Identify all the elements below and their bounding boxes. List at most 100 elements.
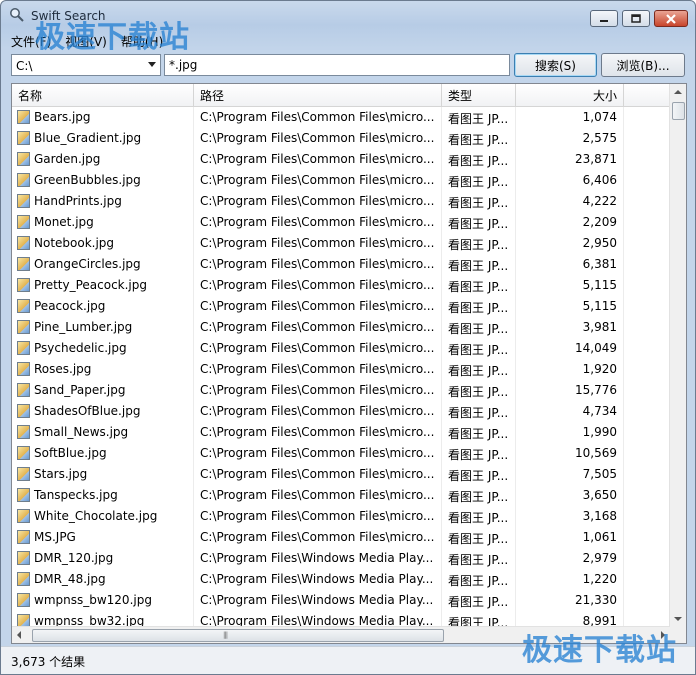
scroll-down-icon[interactable] <box>674 617 682 621</box>
file-name-cell: wmpnss_bw120.jpg <box>12 590 194 611</box>
table-row[interactable]: wmpnss_bw120.jpg C:\Program Files\Windows… <box>12 590 672 611</box>
file-path: C:\Program Files\Common Files\micro... <box>194 170 442 191</box>
jpg-file-icon <box>17 152 30 166</box>
table-row[interactable]: ShadesOfBlue.jpg C:\Program Files\Common … <box>12 401 672 422</box>
column-header-size[interactable]: 大小 <box>516 84 624 106</box>
table-row[interactable]: Sand_Paper.jpg C:\Program Files\Common Fi… <box>12 380 672 401</box>
scroll-left-icon[interactable] <box>17 631 21 639</box>
table-row[interactable]: GreenBubbles.jpg C:\Program Files\Common … <box>12 170 672 191</box>
jpg-file-icon <box>17 215 30 229</box>
file-size: 21,330 <box>516 590 624 611</box>
row-filler <box>624 548 672 569</box>
jpg-file-icon <box>17 341 30 355</box>
file-size: 4,222 <box>516 191 624 212</box>
table-row[interactable]: Pine_Lumber.jpg C:\Program Files\Common F… <box>12 317 672 338</box>
row-filler <box>624 128 672 149</box>
table-row[interactable]: DMR_48.jpg C:\Program Files\Windows Media… <box>12 569 672 590</box>
column-header-name[interactable]: 名称 <box>12 84 194 106</box>
column-header-filler <box>624 84 672 106</box>
table-row[interactable]: DMR_120.jpg C:\Program Files\Windows Medi… <box>12 548 672 569</box>
table-row[interactable]: Garden.jpg C:\Program Files\Common Files\… <box>12 149 672 170</box>
table-row[interactable]: Tanspecks.jpg C:\Program Files\Common Fil… <box>12 485 672 506</box>
vertical-scrollbar[interactable] <box>669 84 686 627</box>
jpg-file-icon <box>17 131 30 145</box>
table-row[interactable]: Bears.jpg C:\Program Files\Common Files\m… <box>12 107 672 128</box>
watermark-bottom: 极速下载站 <box>522 633 677 668</box>
file-path: C:\Program Files\Common Files\micro... <box>194 359 442 380</box>
file-name-cell: MS.JPG <box>12 527 194 548</box>
file-name: Stars.jpg <box>34 467 88 481</box>
file-name: SoftBlue.jpg <box>34 446 107 460</box>
file-name: Sand_Paper.jpg <box>34 383 126 397</box>
file-path: C:\Program Files\Common Files\micro... <box>194 128 442 149</box>
file-size: 1,061 <box>516 527 624 548</box>
table-row[interactable]: Small_News.jpg C:\Program Files\Common Fi… <box>12 422 672 443</box>
maximize-button[interactable] <box>622 10 650 27</box>
scroll-up-icon[interactable] <box>674 90 682 94</box>
row-filler <box>624 275 672 296</box>
file-type: 看图王 JP... <box>442 275 516 296</box>
table-row[interactable]: OrangeCircles.jpg C:\Program Files\Common… <box>12 254 672 275</box>
file-type: 看图王 JP... <box>442 317 516 338</box>
file-size: 1,920 <box>516 359 624 380</box>
table-row[interactable]: Pretty_Peacock.jpg C:\Program Files\Commo… <box>12 275 672 296</box>
jpg-file-icon <box>17 509 30 523</box>
jpg-file-icon <box>17 236 30 250</box>
column-header-type[interactable]: 类型 <box>442 84 516 106</box>
search-button[interactable]: 搜索(S) <box>514 53 597 77</box>
file-name: Notebook.jpg <box>34 236 115 250</box>
file-name-cell: DMR_48.jpg <box>12 569 194 590</box>
horizontal-scroll-thumb[interactable] <box>32 629 444 642</box>
file-size: 2,575 <box>516 128 624 149</box>
table-row[interactable]: MS.JPG C:\Program Files\Common Files\micr… <box>12 527 672 548</box>
file-name-cell: SoftBlue.jpg <box>12 443 194 464</box>
table-row[interactable]: Psychedelic.jpg C:\Program Files\Common F… <box>12 338 672 359</box>
browse-button[interactable]: 浏览(B)... <box>601 53 685 77</box>
table-row[interactable]: Blue_Gradient.jpg C:\Program Files\Common… <box>12 128 672 149</box>
file-type: 看图王 JP... <box>442 485 516 506</box>
file-size: 6,406 <box>516 170 624 191</box>
file-size: 1,990 <box>516 422 624 443</box>
drive-select[interactable]: C:\ <box>11 54 161 76</box>
row-filler <box>624 422 672 443</box>
file-size: 5,115 <box>516 296 624 317</box>
row-filler <box>624 107 672 128</box>
table-row[interactable]: SoftBlue.jpg C:\Program Files\Common File… <box>12 443 672 464</box>
table-row[interactable]: Peacock.jpg C:\Program Files\Common Files… <box>12 296 672 317</box>
jpg-file-icon <box>17 320 30 334</box>
file-path: C:\Program Files\Windows Media Play... <box>194 548 442 569</box>
file-type: 看图王 JP... <box>442 296 516 317</box>
file-size: 4,734 <box>516 401 624 422</box>
file-name-cell: Garden.jpg <box>12 149 194 170</box>
table-row[interactable]: Monet.jpg C:\Program Files\Common Files\m… <box>12 212 672 233</box>
watermark-top: 极速下载站 <box>35 20 190 55</box>
results-list[interactable]: 名称 路径 类型 大小 Bears.jpg C:\Program Files\Co… <box>11 83 687 644</box>
column-header-path[interactable]: 路径 <box>194 84 442 106</box>
file-name: OrangeCircles.jpg <box>34 257 141 271</box>
file-name: Roses.jpg <box>34 362 92 376</box>
file-path: C:\Program Files\Common Files\micro... <box>194 338 442 359</box>
jpg-file-icon <box>17 551 30 565</box>
vertical-scroll-thumb[interactable] <box>672 102 685 120</box>
table-row[interactable]: Stars.jpg C:\Program Files\Common Files\m… <box>12 464 672 485</box>
minimize-button[interactable] <box>590 10 618 27</box>
file-name-cell: Monet.jpg <box>12 212 194 233</box>
file-name: Monet.jpg <box>34 215 94 229</box>
file-path: C:\Program Files\Common Files\micro... <box>194 422 442 443</box>
jpg-file-icon <box>17 173 30 187</box>
close-button[interactable] <box>654 10 688 27</box>
file-size: 1,074 <box>516 107 624 128</box>
file-name-cell: Bears.jpg <box>12 107 194 128</box>
file-name: Psychedelic.jpg <box>34 341 127 355</box>
table-row[interactable]: Notebook.jpg C:\Program Files\Common File… <box>12 233 672 254</box>
file-size: 2,950 <box>516 233 624 254</box>
file-type: 看图王 JP... <box>442 254 516 275</box>
row-filler <box>624 359 672 380</box>
search-query-input[interactable] <box>164 54 510 76</box>
table-row[interactable]: White_Chocolate.jpg C:\Program Files\Comm… <box>12 506 672 527</box>
table-row[interactable]: HandPrints.jpg C:\Program Files\Common Fi… <box>12 191 672 212</box>
file-type: 看图王 JP... <box>442 464 516 485</box>
jpg-file-icon <box>17 572 30 586</box>
table-row[interactable]: Roses.jpg C:\Program Files\Common Files\m… <box>12 359 672 380</box>
chevron-down-icon[interactable] <box>148 62 156 67</box>
